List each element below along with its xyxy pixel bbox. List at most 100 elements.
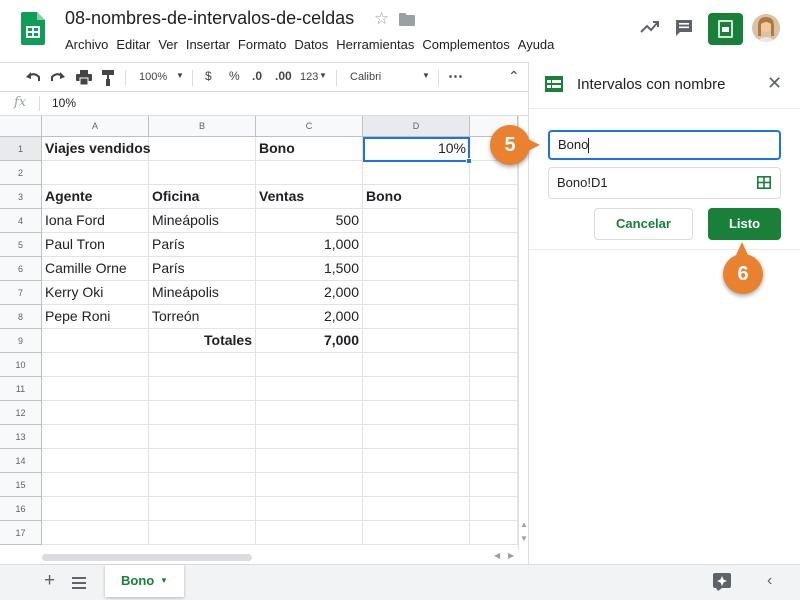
menu-insertar[interactable]: Insertar bbox=[186, 37, 230, 52]
cell-b15[interactable] bbox=[149, 473, 256, 497]
cell-d15[interactable] bbox=[363, 473, 470, 497]
cell-e4[interactable] bbox=[470, 209, 518, 233]
cell-a8[interactable]: Pepe Roni bbox=[42, 305, 149, 329]
cell-d7[interactable] bbox=[363, 281, 470, 305]
print-icon[interactable] bbox=[76, 70, 92, 86]
more-options-icon[interactable]: ⋯ bbox=[448, 67, 463, 85]
cell-b2[interactable] bbox=[149, 161, 256, 185]
cell-b7[interactable]: Mineápolis bbox=[149, 281, 256, 305]
cell-c7[interactable]: 2,000 bbox=[256, 281, 363, 305]
cell-b13[interactable] bbox=[149, 425, 256, 449]
cell-a5[interactable]: Paul Tron bbox=[42, 233, 149, 257]
avatar[interactable] bbox=[752, 14, 780, 42]
cell-b14[interactable] bbox=[149, 449, 256, 473]
cell-c9[interactable]: 7,000 bbox=[256, 329, 363, 353]
row-header-12[interactable]: 12 bbox=[0, 401, 42, 425]
star-icon[interactable]: ☆ bbox=[374, 9, 389, 29]
folder-icon[interactable] bbox=[399, 13, 415, 26]
menu-ayuda[interactable]: Ayuda bbox=[518, 37, 555, 52]
paint-format-icon[interactable] bbox=[101, 70, 115, 86]
cell-b4[interactable]: Mineápolis bbox=[149, 209, 256, 233]
scroll-up-icon[interactable]: ▲ bbox=[520, 520, 528, 529]
cell-d17[interactable] bbox=[363, 521, 470, 545]
cell-e17[interactable] bbox=[470, 521, 518, 545]
cell-d9[interactable] bbox=[363, 329, 470, 353]
cell-e12[interactable] bbox=[470, 401, 518, 425]
cell-e13[interactable] bbox=[470, 425, 518, 449]
cell-d8[interactable] bbox=[363, 305, 470, 329]
menu-ver[interactable]: Ver bbox=[158, 37, 178, 52]
column-header-c[interactable]: C bbox=[256, 116, 363, 137]
row-header-2[interactable]: 2 bbox=[0, 161, 42, 185]
row-header-5[interactable]: 5 bbox=[0, 233, 42, 257]
row-header-15[interactable]: 15 bbox=[0, 473, 42, 497]
cell-a10[interactable] bbox=[42, 353, 149, 377]
cell-c8[interactable]: 2,000 bbox=[256, 305, 363, 329]
cell-d4[interactable] bbox=[363, 209, 470, 233]
cell-e15[interactable] bbox=[470, 473, 518, 497]
row-header-3[interactable]: 3 bbox=[0, 185, 42, 209]
font-select[interactable]: Calibri bbox=[350, 71, 381, 83]
redo-icon[interactable] bbox=[50, 71, 66, 85]
cell-a4[interactable]: Iona Ford bbox=[42, 209, 149, 233]
scroll-left-icon[interactable]: ◀ bbox=[494, 551, 500, 560]
sheet-tab-bono[interactable]: Bono ▼ bbox=[105, 565, 184, 597]
cell-e8[interactable] bbox=[470, 305, 518, 329]
cell-a2[interactable] bbox=[42, 161, 149, 185]
explore-icon[interactable] bbox=[713, 573, 731, 591]
cell-b10[interactable] bbox=[149, 353, 256, 377]
cell-e5[interactable] bbox=[470, 233, 518, 257]
cell-c1[interactable]: Bono bbox=[256, 137, 363, 161]
cell-a15[interactable] bbox=[42, 473, 149, 497]
menu-formato[interactable]: Formato bbox=[238, 37, 286, 52]
cell-d12[interactable] bbox=[363, 401, 470, 425]
increase-decimal-button[interactable]: .00 bbox=[275, 69, 292, 83]
row-header-13[interactable]: 13 bbox=[0, 425, 42, 449]
select-all-corner[interactable] bbox=[0, 116, 42, 137]
collapse-side-panel-icon[interactable]: ‹ bbox=[767, 572, 772, 590]
cell-a13[interactable] bbox=[42, 425, 149, 449]
cell-c10[interactable] bbox=[256, 353, 363, 377]
horizontal-scrollbar[interactable]: ◀ ▶ bbox=[42, 551, 528, 562]
row-header-1[interactable]: 1 bbox=[0, 137, 42, 161]
cell-a17[interactable] bbox=[42, 521, 149, 545]
chevron-down-icon[interactable]: ▼ bbox=[160, 576, 168, 585]
menu-datos[interactable]: Datos bbox=[294, 37, 328, 52]
row-header-9[interactable]: 9 bbox=[0, 329, 42, 353]
all-sheets-icon[interactable] bbox=[72, 576, 86, 589]
select-range-icon[interactable] bbox=[757, 176, 771, 189]
share-sheets-button[interactable] bbox=[708, 13, 743, 45]
row-header-7[interactable]: 7 bbox=[0, 281, 42, 305]
cell-c16[interactable] bbox=[256, 497, 363, 521]
cell-e6[interactable] bbox=[470, 257, 518, 281]
cell-c12[interactable] bbox=[256, 401, 363, 425]
zoom-select[interactable]: 100% bbox=[139, 71, 167, 83]
cell-c13[interactable] bbox=[256, 425, 363, 449]
close-icon[interactable]: ✕ bbox=[767, 73, 782, 94]
comment-icon[interactable] bbox=[675, 19, 693, 37]
cell-a3[interactable]: Agente bbox=[42, 185, 149, 209]
cell-c11[interactable] bbox=[256, 377, 363, 401]
more-formats-button[interactable]: 123 bbox=[300, 71, 318, 83]
cell-b17[interactable] bbox=[149, 521, 256, 545]
cell-b9[interactable]: Totales bbox=[149, 329, 256, 353]
row-header-6[interactable]: 6 bbox=[0, 257, 42, 281]
cell-a1[interactable]: Viajes vendidos bbox=[42, 137, 151, 161]
vertical-scrollbar[interactable]: ▲ ▼ bbox=[518, 116, 528, 550]
collapse-toolbar-icon[interactable]: ⌃ bbox=[508, 68, 520, 85]
percent-button[interactable]: % bbox=[229, 69, 240, 83]
done-button[interactable]: Listo bbox=[708, 208, 781, 240]
cell-d3[interactable]: Bono bbox=[363, 185, 470, 209]
range-name-input[interactable]: Bono bbox=[548, 130, 781, 160]
menu-archivo[interactable]: Archivo bbox=[65, 37, 108, 52]
cell-e7[interactable] bbox=[470, 281, 518, 305]
column-header-b[interactable]: B bbox=[149, 116, 256, 137]
cell-e14[interactable] bbox=[470, 449, 518, 473]
trending-icon[interactable] bbox=[640, 20, 660, 34]
add-sheet-icon[interactable]: + bbox=[44, 570, 55, 592]
cell-a9[interactable] bbox=[42, 329, 149, 353]
cell-e9[interactable] bbox=[470, 329, 518, 353]
row-header-17[interactable]: 17 bbox=[0, 521, 42, 545]
cell-d10[interactable] bbox=[363, 353, 470, 377]
cell-a7[interactable]: Kerry Oki bbox=[42, 281, 149, 305]
